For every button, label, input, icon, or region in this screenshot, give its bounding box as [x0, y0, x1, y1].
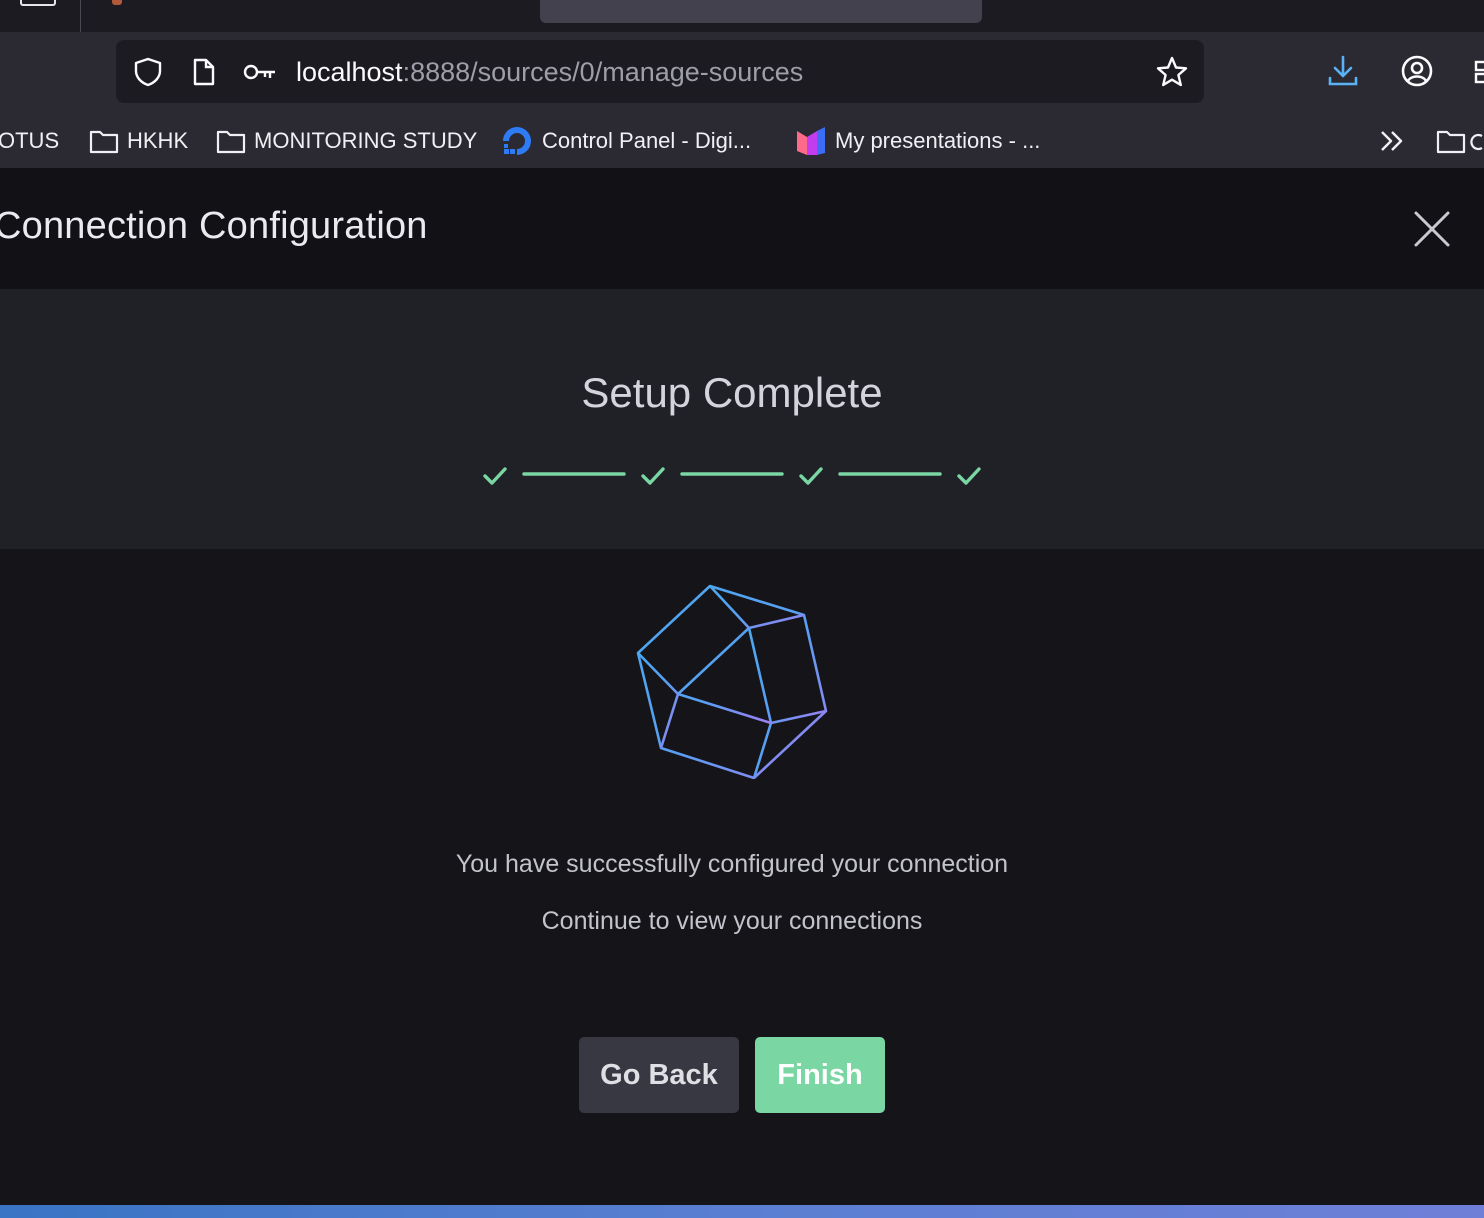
close-icon[interactable]	[1410, 207, 1454, 251]
bookmark-monitoring-study[interactable]: MONITORING STUDY	[216, 126, 477, 156]
account-icon[interactable]	[1400, 54, 1434, 88]
key-icon[interactable]	[243, 57, 277, 87]
bookmark-label: Control Panel - Digi...	[542, 128, 752, 153]
shield-icon[interactable]	[133, 57, 163, 87]
check-icon	[483, 467, 507, 485]
polyhedron-logo-icon	[636, 584, 828, 779]
page-icon[interactable]	[189, 57, 219, 87]
url-host: localhost	[296, 57, 403, 87]
folder-icon[interactable]	[1436, 128, 1484, 156]
bottom-accent-bar	[0, 1205, 1484, 1218]
bookmark-control-panel[interactable]: Control Panel - Digi...	[500, 126, 751, 156]
folder-icon	[216, 130, 246, 154]
url-text[interactable]: localhost:8888/sources/0/manage-sources	[296, 56, 803, 88]
finish-button[interactable]: Finish	[755, 1037, 885, 1113]
check-icon	[957, 467, 981, 485]
url-bar[interactable]: localhost:8888/sources/0/manage-sources	[116, 40, 1204, 103]
bookmark-label: MONITORING STUDY	[254, 128, 478, 153]
step-title: Setup Complete	[581, 369, 883, 416]
success-message: You have successfully configured your co…	[455, 850, 1009, 878]
modal-body: You have successfully configured your co…	[0, 549, 1484, 1205]
bookmark-otus[interactable]: OTUS	[0, 126, 59, 156]
bookmark-label: My presentations - ...	[835, 128, 1041, 153]
modal-header: Connection Configuration	[0, 169, 1484, 289]
check-icon	[641, 467, 665, 485]
chevrons-right-icon[interactable]	[1378, 126, 1408, 156]
tab-overview-button[interactable]	[20, 0, 56, 6]
presentation-app-icon	[797, 127, 825, 155]
bookmark-label: HKHK	[127, 128, 189, 153]
modal-title: Connection Configuration	[0, 205, 428, 247]
wizard-steps-panel: Setup Complete	[0, 289, 1484, 549]
browser-navbar: localhost:8888/sources/0/manage-sources	[0, 32, 1484, 116]
tab-active[interactable]	[540, 0, 982, 23]
go-back-button[interactable]: Go Back	[579, 1037, 739, 1113]
browser-tab-strip	[0, 0, 1484, 32]
url-path: :8888/sources/0/manage-sources	[402, 57, 804, 87]
star-icon[interactable]	[1155, 55, 1189, 89]
tab-separator	[80, 0, 81, 32]
wizard-progress	[483, 467, 981, 485]
continue-message: Continue to view your connections	[541, 907, 923, 935]
bookmark-my-presentations[interactable]: My presentations - ...	[795, 126, 1040, 156]
download-icon[interactable]	[1326, 54, 1360, 88]
digitalocean-icon	[503, 127, 531, 155]
bookmark-hkhk[interactable]: HKHK	[89, 126, 188, 156]
tab-favicon	[112, 0, 122, 5]
bookmarks-bar: OTUS HKHK MONITORING STUDY Control Panel…	[0, 116, 1484, 169]
folder-icon	[89, 130, 119, 154]
bookmark-label: OTUS	[0, 128, 60, 153]
extensions-icon[interactable]	[1474, 54, 1484, 88]
check-icon	[799, 467, 823, 485]
